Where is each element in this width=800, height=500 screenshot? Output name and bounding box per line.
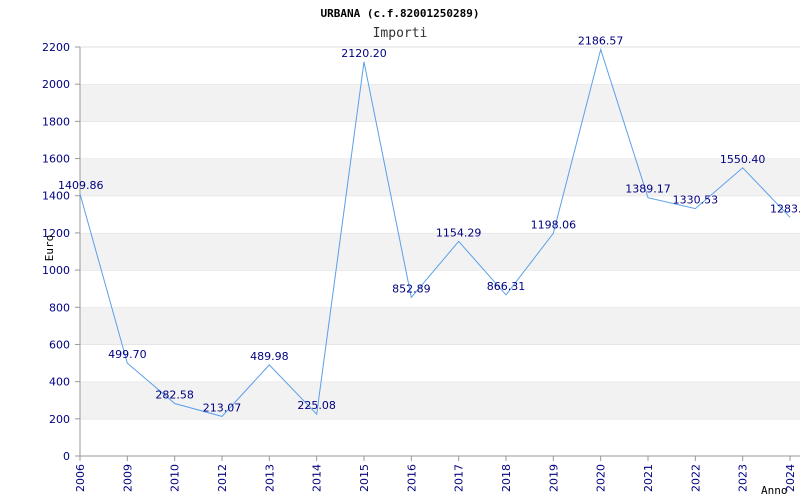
- x-tick-label: 2015: [358, 464, 371, 492]
- data-label: 1389.17: [625, 183, 671, 196]
- data-label: 225.08: [297, 399, 336, 412]
- y-tick-label: 800: [49, 301, 70, 314]
- x-tick-labels: 2006 2009 2010 2012 2013 2014 2015 2016 2017 2018…: [74, 464, 797, 492]
- data-label: 866.31: [487, 280, 526, 293]
- data-label: 1154.29: [436, 226, 482, 239]
- grid-band: [80, 344, 800, 382]
- y-tick-label: 1800: [42, 115, 70, 128]
- y-tick-label: 600: [49, 338, 70, 351]
- line-chart: 0200400600800100012001400160018002000220…: [42, 7, 800, 497]
- data-label: 1330.53: [673, 194, 719, 207]
- y-axis-title: Euro: [43, 235, 56, 262]
- y-tick-label: 2000: [42, 78, 70, 91]
- grid-band: [80, 307, 800, 345]
- y-tick-label: 1000: [42, 264, 70, 277]
- x-tick-label: 2016: [405, 464, 418, 492]
- data-label: 2186.57: [578, 34, 624, 47]
- chart-subtitle: Importi: [373, 26, 428, 41]
- x-axis-title: Anno: [761, 484, 788, 497]
- chart-title: URBANA (c.f.82001250289): [321, 7, 480, 20]
- data-label: 282.58: [155, 388, 194, 401]
- data-label: 1283.8: [770, 202, 800, 215]
- data-label: 852.89: [392, 282, 431, 295]
- x-tick-label: 2021: [642, 464, 655, 492]
- data-label: 1550.40: [720, 153, 766, 166]
- data-label: 213.07: [203, 401, 242, 414]
- x-tick-label: 2022: [689, 464, 702, 492]
- data-label: 499.70: [108, 348, 147, 361]
- x-tick-label: 2020: [595, 464, 608, 492]
- x-tick-label: 2017: [453, 464, 466, 492]
- grid-band: [80, 158, 800, 196]
- y-tick-label: 0: [63, 450, 70, 463]
- x-tick-label: 2018: [500, 464, 513, 492]
- y-tick-label: 200: [49, 413, 70, 426]
- y-tick-label: 400: [49, 376, 70, 389]
- data-label: 489.98: [250, 350, 289, 363]
- x-tick-label: 2019: [547, 464, 560, 492]
- data-label: 2120.20: [341, 47, 387, 60]
- y-tick-label: 1600: [42, 153, 70, 166]
- data-label: 1198.06: [531, 218, 577, 231]
- grid-band: [80, 418, 800, 456]
- x-tick-label: 2013: [263, 464, 276, 492]
- x-tick-label: 2012: [216, 464, 229, 492]
- x-tick-label: 2010: [169, 464, 182, 492]
- x-tick-label: 2014: [311, 464, 324, 492]
- grid-band: [80, 47, 800, 85]
- data-label: 1409.86: [58, 179, 104, 192]
- x-tick-label: 2023: [737, 464, 750, 492]
- x-tick-label: 2006: [74, 464, 87, 492]
- grid-band: [80, 270, 800, 308]
- y-tick-label: 2200: [42, 41, 70, 54]
- grid-band: [80, 121, 800, 159]
- grid-band: [80, 84, 800, 122]
- x-tick-label: 2009: [121, 464, 134, 492]
